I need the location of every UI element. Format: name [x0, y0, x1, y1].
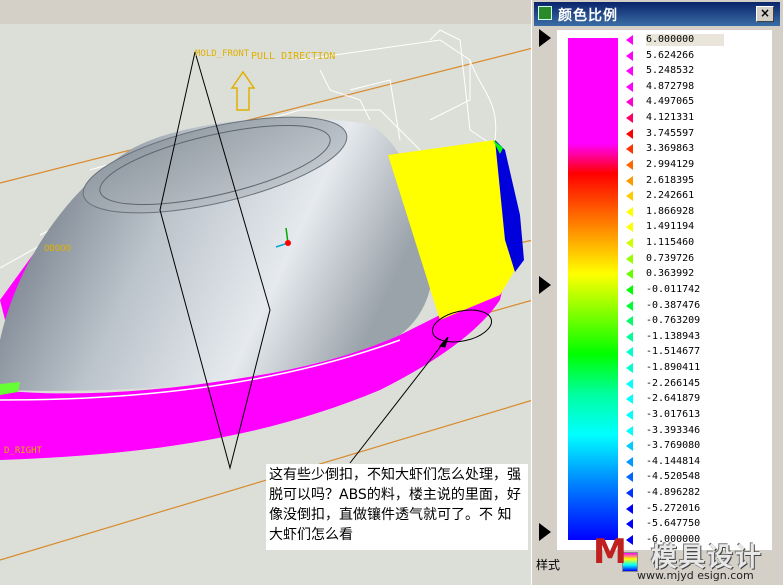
scale-value: -5.647750: [646, 518, 701, 530]
scale-value: 1.866928: [646, 205, 695, 217]
scale-marker-icon: [626, 206, 633, 217]
scale-value: 3.369863: [646, 143, 695, 155]
scale-marker-icon: [626, 487, 633, 498]
scale-marker-icon: [626, 316, 633, 327]
scale-marker-icon: [626, 534, 633, 545]
scale-marker-icon: [626, 409, 633, 420]
style-label: 样式: [536, 558, 561, 572]
app-icon: [538, 6, 552, 20]
middle-slider-icon[interactable]: [539, 276, 551, 294]
scale-value: -0.387476: [646, 299, 701, 311]
scale-marker-icon: [626, 378, 633, 389]
scale-marker-icon: [626, 128, 633, 139]
mold-front-label: MOLD_FRONT: [195, 49, 250, 59]
scale-marker-icon: [626, 144, 633, 155]
scale-value: 0.739726: [646, 252, 695, 264]
annotation-note: 这有些少倒扣，不知大虾们怎么处理，强脱可以吗？ABS的料，楼主说的里面，好像没倒…: [266, 464, 528, 550]
scale-marker-icon: [626, 175, 633, 186]
scale-marker-icon: [626, 35, 633, 45]
scale-value: 3.745597: [646, 127, 695, 139]
scale-marker-icon: [626, 191, 633, 202]
close-button[interactable]: ×: [756, 6, 774, 22]
scale-value: 2.618395: [646, 174, 695, 186]
scale-marker-icon: [626, 394, 633, 405]
scale-marker-icon: [626, 503, 633, 514]
scale-value: -3.393346: [646, 424, 701, 436]
scale-value: 6.000000: [646, 34, 725, 46]
color-gradient-bar: [568, 38, 618, 540]
window-titlebar[interactable]: 颜色比例 ×: [534, 2, 780, 26]
scale-value: 5.624266: [646, 49, 695, 61]
model-viewport[interactable]: MOLD_FRONT PULL DIRECTION ODOOO D_RIGHT …: [0, 0, 533, 585]
scale-marker-icon: [626, 81, 633, 92]
scale-marker-icon: [626, 269, 633, 280]
scale-value: -1.890411: [646, 362, 701, 374]
scale-value: -3.769080: [646, 440, 701, 452]
scale-value: 5.248532: [646, 65, 695, 77]
scale-marker-icon: [626, 456, 633, 467]
scale-value: -1.138943: [646, 330, 701, 342]
datum-left-label: ODOOO: [44, 244, 72, 254]
datum-right-label: D_RIGHT: [4, 446, 42, 456]
scale-marker-icon: [626, 425, 633, 436]
scale-marker-icon: [626, 441, 633, 452]
scale-value: 2.994129: [646, 158, 695, 170]
scale-marker-icon: [626, 66, 633, 77]
scale-marker-icon: [626, 159, 633, 170]
watermark-logo: M: [593, 532, 627, 572]
pull-direction-arrow: [230, 70, 256, 111]
scale-marker-icon: [626, 97, 633, 108]
scale-value: -6.000000: [646, 533, 701, 545]
scale-value: 1.491194: [646, 221, 695, 233]
scale-marker-icon: [626, 238, 633, 249]
watermark-url: www.mjyd esign.com: [637, 569, 754, 582]
scale-marker-icon: [626, 113, 633, 124]
scale-value: 4.872798: [646, 80, 695, 92]
scale-value: -3.017613: [646, 408, 701, 420]
pull-direction-label: PULL DIRECTION: [251, 51, 336, 62]
scale-value: -2.266145: [646, 377, 701, 389]
scale-marker-icon: [626, 363, 633, 374]
scale-value: -5.272016: [646, 502, 701, 514]
scale-marker-icon: [626, 222, 633, 233]
scale-value: -4.144814: [646, 455, 701, 467]
scale-marker-icon: [626, 50, 633, 61]
scale-value: -0.011742: [646, 283, 701, 295]
scale-value: 0.363992: [646, 268, 695, 280]
scale-marker-icon: [626, 331, 633, 342]
lower-limit-slider-icon[interactable]: [539, 523, 551, 541]
scale-value: -2.641879: [646, 393, 701, 405]
scale-value: -0.763209: [646, 315, 701, 327]
scale-value: -4.520548: [646, 471, 701, 483]
scale-marker-icon: [626, 347, 633, 358]
upper-limit-slider-icon[interactable]: [539, 29, 551, 47]
scale-marker-icon: [626, 519, 633, 530]
scale-value: 4.121331: [646, 112, 695, 124]
scale-value: 4.497065: [646, 96, 695, 108]
scale-marker-icon: [626, 472, 633, 483]
scale-marker-icon: [626, 284, 633, 295]
scale-value: -4.896282: [646, 486, 701, 498]
scale-marker-icon: [626, 253, 633, 264]
scale-value: -1.514677: [646, 346, 701, 358]
scale-marker-icon: [626, 300, 633, 311]
window-title: 颜色比例: [558, 8, 618, 24]
scale-value: 1.115460: [646, 237, 695, 249]
scale-value: 2.242661: [646, 190, 695, 202]
